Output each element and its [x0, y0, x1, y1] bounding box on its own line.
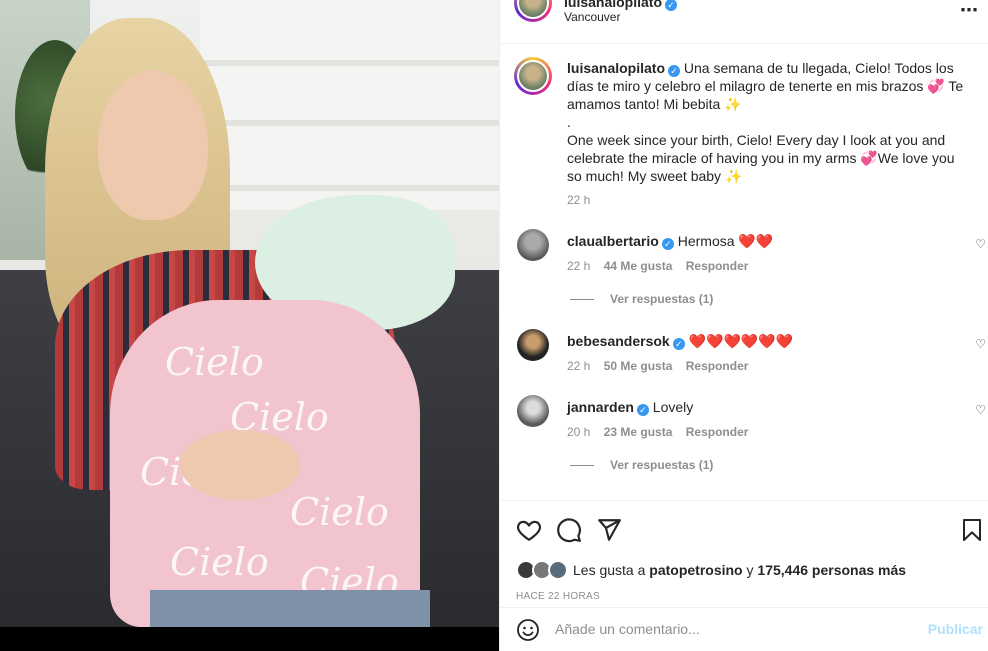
- comment-likes[interactable]: 44 Me gusta: [604, 259, 673, 273]
- verified-badge-icon: ✓: [636, 404, 649, 416]
- publish-button[interactable]: Publicar: [928, 621, 983, 637]
- comment-input[interactable]: [555, 621, 905, 637]
- comment-meta: 20 h 23 Me gusta Responder: [567, 425, 748, 439]
- post-actions: Les gusta a patopetrosino y 175,446 pers…: [500, 500, 988, 607]
- likes-text: Les gusta a patopetrosino y 175,446 pers…: [573, 562, 907, 578]
- post-photo[interactable]: Cielo Cielo Cielo Cielo Cielo Cielo: [0, 0, 499, 627]
- liker-avatar: [548, 560, 568, 580]
- comment-body: Lovely: [652, 399, 694, 415]
- replies-line: [570, 465, 594, 467]
- photo-hand: [180, 430, 300, 500]
- commenter-avatar[interactable]: [517, 395, 549, 427]
- verified-badge-icon: ✓: [665, 0, 678, 11]
- comment-like-heart-icon[interactable]: ♡: [975, 337, 986, 351]
- replies-line: [570, 299, 594, 301]
- caption-time: 22 h: [567, 193, 591, 207]
- photo-jeans: [150, 590, 430, 627]
- paper-plane-icon[interactable]: [596, 517, 622, 543]
- post-timestamp[interactable]: HACE 22 HORAS: [516, 591, 600, 602]
- comment-likes[interactable]: 23 Me gusta: [604, 425, 673, 439]
- view-replies-button[interactable]: Ver respuestas (1): [570, 292, 713, 306]
- liker-username[interactable]: patopetrosino: [649, 562, 742, 578]
- commenter-avatar[interactable]: [517, 229, 549, 261]
- comment-text: claualbertario ✓ Hermosa ❤️❤️: [567, 233, 773, 250]
- post-header: luisanalopilato ✓ Vancouver ⋯: [500, 0, 988, 44]
- post-side-panel: luisanalopilato ✓ Vancouver ⋯ luisanalopi…: [499, 0, 988, 651]
- heart-icon[interactable]: [516, 517, 542, 543]
- likes-others-link[interactable]: 175,446 personas más: [757, 562, 906, 578]
- blanket-lettering: Cielo: [170, 540, 269, 584]
- comment-reply-button[interactable]: Responder: [686, 425, 749, 439]
- comment-reply-button[interactable]: Responder: [686, 359, 749, 373]
- comment-time: 22 h: [567, 259, 591, 273]
- comment-text: jannarden ✓ Lovely: [567, 399, 693, 416]
- comment-time: 22 h: [567, 359, 591, 373]
- comment-like-heart-icon[interactable]: ♡: [975, 237, 986, 251]
- comment-reply-button[interactable]: Responder: [686, 259, 749, 273]
- comment-body: Hermosa ❤️❤️: [677, 233, 774, 249]
- post-media[interactable]: Cielo Cielo Cielo Cielo Cielo Cielo: [0, 0, 499, 651]
- photo-shelf: [200, 0, 499, 210]
- commenter-username[interactable]: jannarden: [567, 399, 634, 415]
- comments-list[interactable]: luisanalopilato ✓ Una semana de tu llegad…: [500, 45, 988, 500]
- smiley-icon[interactable]: [516, 618, 540, 642]
- post-location[interactable]: Vancouver: [564, 10, 620, 24]
- bookmark-icon[interactable]: [960, 517, 984, 543]
- photo-face: [98, 70, 208, 220]
- verified-badge-icon: ✓: [668, 65, 681, 77]
- commenter-avatar[interactable]: [517, 329, 549, 361]
- comment-meta: 22 h 50 Me gusta Responder: [567, 359, 748, 373]
- comment-icon[interactable]: [556, 517, 582, 543]
- comment-likes[interactable]: 50 Me gusta: [604, 359, 673, 373]
- caption-separator: .: [567, 114, 571, 130]
- comment-body: ❤️❤️❤️❤️❤️❤️: [688, 333, 794, 349]
- post-caption: luisanalopilato ✓ Una semana de tu llegad…: [567, 59, 972, 209]
- caption-text-en: One week since your birth, Cielo! Every …: [567, 132, 955, 184]
- view-replies-button[interactable]: Ver respuestas (1): [570, 458, 713, 472]
- author-avatar[interactable]: [514, 0, 552, 22]
- commenter-username[interactable]: claualbertario: [567, 233, 659, 249]
- commenter-username[interactable]: bebesandersok: [567, 333, 670, 349]
- verified-badge-icon: ✓: [672, 338, 685, 350]
- caption-username[interactable]: luisanalopilato: [567, 60, 665, 76]
- more-options-icon[interactable]: ⋯: [960, 0, 979, 21]
- comment-like-heart-icon[interactable]: ♡: [975, 403, 986, 417]
- verified-badge-icon: ✓: [661, 238, 674, 250]
- liker-avatars[interactable]: [516, 560, 568, 580]
- caption-author-avatar[interactable]: [514, 57, 552, 95]
- blanket-lettering: Cielo: [290, 490, 389, 534]
- add-comment-bar: Publicar: [500, 607, 988, 651]
- comment-meta: 22 h 44 Me gusta Responder: [567, 259, 748, 273]
- comment-text: bebesandersok ✓ ❤️❤️❤️❤️❤️❤️: [567, 333, 793, 350]
- comment-time: 20 h: [567, 425, 591, 439]
- blanket-lettering: Cielo: [165, 340, 264, 384]
